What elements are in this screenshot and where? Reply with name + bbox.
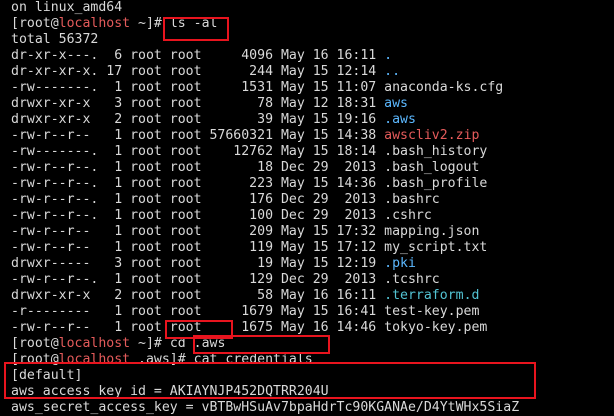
terminal-text-segment: -rw-------. 1 root root 1531 May 15 11:0… [11,80,504,95]
terminal-text-segment: -rw-r--r--. 1 root root 18 Dec 29 2013 .… [11,160,480,175]
terminal-window[interactable]: on linux_amd64 [root@localhost ~]# ls -al… [0,0,614,416]
terminal-text-segment: drwxr-xr-x 3 root root 78 May 12 18:31 [11,96,385,111]
terminal-line: -rw-r--r--. 1 root root 223 May 15 14:36… [11,176,519,192]
terminal-line: -rw-r--r--. 1 root root 100 Dec 29 2013 … [11,208,519,224]
terminal-text-segment: -rw-r--r--. 1 root root 129 Dec 29 2013 … [11,272,440,287]
terminal-line: dr-xr-x---. 6 root root 4096 May 16 16:1… [11,48,519,64]
terminal-line: drwxr-xr-x 2 root root 39 May 15 19:16 .… [11,112,519,128]
terminal-line: aws_secret_access_key = vBTBwHSuAv7bpaHd… [11,400,519,416]
terminal-text-segment: localhost [58,336,131,351]
terminal-text-segment: .pki [384,256,416,271]
terminal-text-segment: dr-xr-xr-x. 17 root root 244 May 15 12:1… [11,64,385,79]
terminal-text-segment: total 56372 [11,32,99,47]
terminal-text-segment: ~]# [130,16,170,31]
terminal-line: total 56372 [11,32,519,48]
terminal-line: -r-------- 1 root root 1679 May 15 16:41… [11,304,519,320]
terminal-text-segment: -rw-r--r--. 1 root root 223 May 15 14:36… [11,176,488,191]
terminal-line: dr-xr-xr-x. 17 root root 244 May 15 12:1… [11,64,519,80]
terminal-text-segment: drwxr-xr-x 2 root root 58 May 16 16:11 [11,288,385,303]
terminal-line: -rw-r--r--. 1 root root 176 Dec 29 2013 … [11,192,519,208]
terminal-line: [default] [11,368,519,384]
terminal-text-segment: dr-xr-x---. 6 root root 4096 May 16 16:1… [11,48,385,63]
terminal-text-segment: .terraform.d [384,288,480,303]
terminal-text-segment: -rw-------. 1 root root 12762 May 15 18:… [11,144,488,159]
terminal-text-segment: [root@ [11,336,59,351]
terminal-text-segment: aws_secret_access_key = vBTBwHSuAv7bpaHd… [11,400,520,415]
terminal-text-segment: . [384,48,393,63]
terminal-text-segment: ~]# [130,336,170,351]
terminal-text-segment: cd .aws [169,336,226,351]
terminal-text-segment: [default] [11,368,83,383]
terminal-line: -rw-r--r-- 1 root root 209 May 15 17:32 … [11,224,519,240]
terminal-line: drwxr----- 3 root root 19 May 15 12:19 .… [11,256,519,272]
terminal-line: -rw-------. 1 root root 1531 May 15 11:0… [11,80,519,96]
terminal-line: -rw-r--r--. 1 root root 18 Dec 29 2013 .… [11,160,519,176]
terminal-line: [root@localhost ~]# cd .aws [11,336,519,352]
terminal-text-segment: .aws]# [130,352,194,367]
terminal-line: drwxr-xr-x 2 root root 58 May 16 16:11 .… [11,288,519,304]
terminal-line: [root@localhost ~]# ls -al [11,16,519,32]
terminal-text-segment: localhost [58,352,131,367]
terminal-text-segment: -rw-r--r-- 1 root root 209 May 15 17:32 … [11,224,480,239]
terminal-text-segment: -rw-r--r--. 1 root root 176 Dec 29 2013 … [11,192,440,207]
terminal-text-segment: .aws [384,112,416,127]
terminal-text-segment: on linux_amd64 [11,0,123,15]
terminal-line: aws_access_key_id = AKIAYNJP452DQTRR204U [11,384,519,400]
terminal-text-segment: aws_access_key_id = AKIAYNJP452DQTRR204U [11,384,329,399]
terminal-line: -rw-r--r-- 1 root root 1675 May 16 14:46… [11,320,519,336]
terminal-output: on linux_amd64 [root@localhost ~]# ls -al… [11,0,519,416]
terminal-text-segment: -r-------- 1 root root 1679 May 15 16:41… [11,304,480,319]
terminal-text-segment: cat credentials [193,352,313,367]
terminal-line: on linux_amd64 [11,0,519,16]
terminal-text-segment: drwxr----- 3 root root 19 May 15 12:19 [11,256,385,271]
terminal-line: -rw-------. 1 root root 12762 May 15 18:… [11,144,519,160]
terminal-text-segment: ls -al [169,16,218,31]
terminal-line: [root@localhost .aws]# cat credentials [11,352,519,368]
terminal-line: drwxr-xr-x 3 root root 78 May 12 18:31 a… [11,96,519,112]
terminal-line: -rw-r--r--. 1 root root 129 Dec 29 2013 … [11,272,519,288]
terminal-text-segment: localhost [58,16,131,31]
terminal-text-segment: -rw-r--r--. 1 root root 100 Dec 29 2013 … [11,208,432,223]
terminal-line: -rw-r--r-- 1 root root 119 May 15 17:12 … [11,240,519,256]
terminal-text-segment: aws [384,96,408,111]
terminal-text-segment: drwxr-xr-x 2 root root 39 May 15 19:16 [11,112,385,127]
terminal-text-segment: -rw-r--r-- 1 root root 57660321 May 15 1… [11,128,385,143]
terminal-text-segment: -rw-r--r-- 1 root root 119 May 15 17:12 … [11,240,488,255]
terminal-line: -rw-r--r-- 1 root root 57660321 May 15 1… [11,128,519,144]
terminal-text-segment: awscliv2.zip [384,128,480,143]
terminal-text-segment: [root@ [11,16,59,31]
terminal-text-segment: -rw-r--r-- 1 root root 1675 May 16 14:46… [11,320,488,335]
terminal-text-segment: [root@ [11,352,59,367]
terminal-text-segment: .. [384,64,401,79]
